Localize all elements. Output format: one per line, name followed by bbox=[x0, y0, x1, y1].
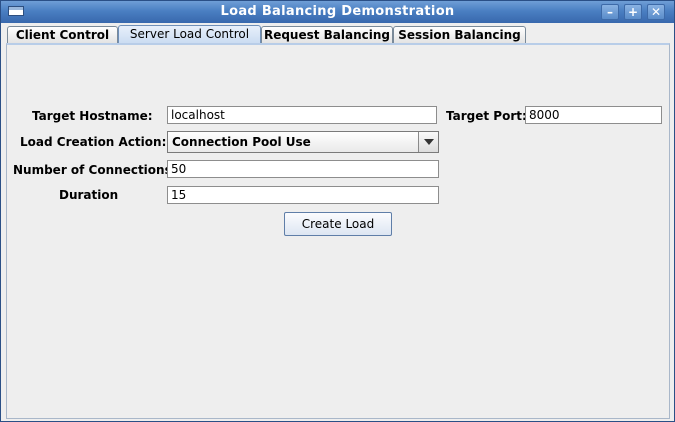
close-button[interactable]: ✕ bbox=[647, 4, 665, 20]
load-action-value: Connection Pool Use bbox=[172, 135, 311, 149]
connections-label: Number of Connections bbox=[13, 163, 172, 177]
load-action-select[interactable]: Connection Pool Use bbox=[167, 131, 439, 153]
connections-field[interactable]: 50 bbox=[167, 160, 439, 178]
chevron-down-icon[interactable] bbox=[418, 132, 438, 152]
maximize-button[interactable]: + bbox=[624, 4, 642, 20]
target-hostname-label: Target Hostname: bbox=[32, 109, 153, 123]
title-bar[interactable]: Load Balancing Demonstration – + ✕ bbox=[1, 1, 674, 23]
target-hostname-field[interactable]: localhost bbox=[167, 106, 437, 124]
tab-client-control[interactable]: Client Control bbox=[7, 26, 118, 43]
duration-field[interactable]: 15 bbox=[167, 186, 439, 204]
create-load-button[interactable]: Create Load bbox=[284, 212, 392, 236]
server-load-panel: Target Hostname: localhost Target Port: … bbox=[6, 43, 670, 419]
load-action-label: Load Creation Action: bbox=[20, 135, 167, 149]
app-window: Load Balancing Demonstration – + ✕ Clien… bbox=[0, 0, 675, 422]
duration-label: Duration bbox=[59, 188, 119, 202]
window-title: Load Balancing Demonstration bbox=[220, 4, 455, 19]
tab-server-load-control[interactable]: Server Load Control bbox=[118, 25, 261, 44]
tab-session-balancing[interactable]: Session Balancing bbox=[393, 26, 526, 43]
tab-request-balancing[interactable]: Request Balancing bbox=[261, 26, 393, 43]
target-port-field[interactable]: 8000 bbox=[525, 106, 662, 124]
target-port-label: Target Port: bbox=[446, 109, 527, 123]
minimize-button[interactable]: – bbox=[601, 4, 619, 20]
